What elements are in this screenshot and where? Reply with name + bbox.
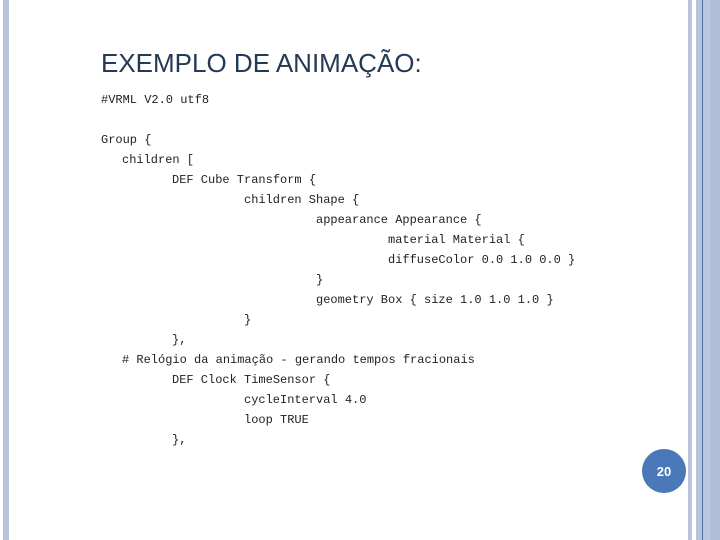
code-line: #VRML V2.0 utf8 xyxy=(101,93,210,107)
code-line: } xyxy=(316,273,324,287)
code-line: children Shape { xyxy=(244,193,360,207)
code-line: # Relógio da animação - gerando tempos f… xyxy=(122,353,475,367)
code-line: appearance Appearance { xyxy=(316,213,482,227)
code-line: loop TRUE xyxy=(244,413,309,427)
left-decorative-stripe xyxy=(3,0,9,540)
code-block: #VRML V2.0 utf8 Group { children [ DEF Cube… xyxy=(101,90,575,450)
code-line: }, xyxy=(172,333,187,347)
code-line: DEF Cube Transform { xyxy=(172,173,317,187)
page-number-badge: 20 xyxy=(642,449,686,493)
code-line: }, xyxy=(172,433,187,447)
right-decorative-stripe xyxy=(710,0,720,540)
code-line: cycleInterval 4.0 xyxy=(244,393,367,407)
code-line: } xyxy=(244,313,252,327)
slide-title: EXEMPLO DE ANIMAÇÃO: xyxy=(101,48,422,78)
code-line: material Material { xyxy=(388,233,525,247)
right-decorative-stripe xyxy=(688,0,692,540)
code-line: diffuseColor 0.0 1.0 0.0 } xyxy=(388,253,576,267)
right-decorative-stripe xyxy=(703,0,710,540)
code-line: DEF Clock TimeSensor { xyxy=(172,373,331,387)
code-line: geometry Box { size 1.0 1.0 1.0 } xyxy=(316,293,554,307)
code-line: Group { xyxy=(101,133,152,147)
code-line: children [ xyxy=(122,153,195,167)
